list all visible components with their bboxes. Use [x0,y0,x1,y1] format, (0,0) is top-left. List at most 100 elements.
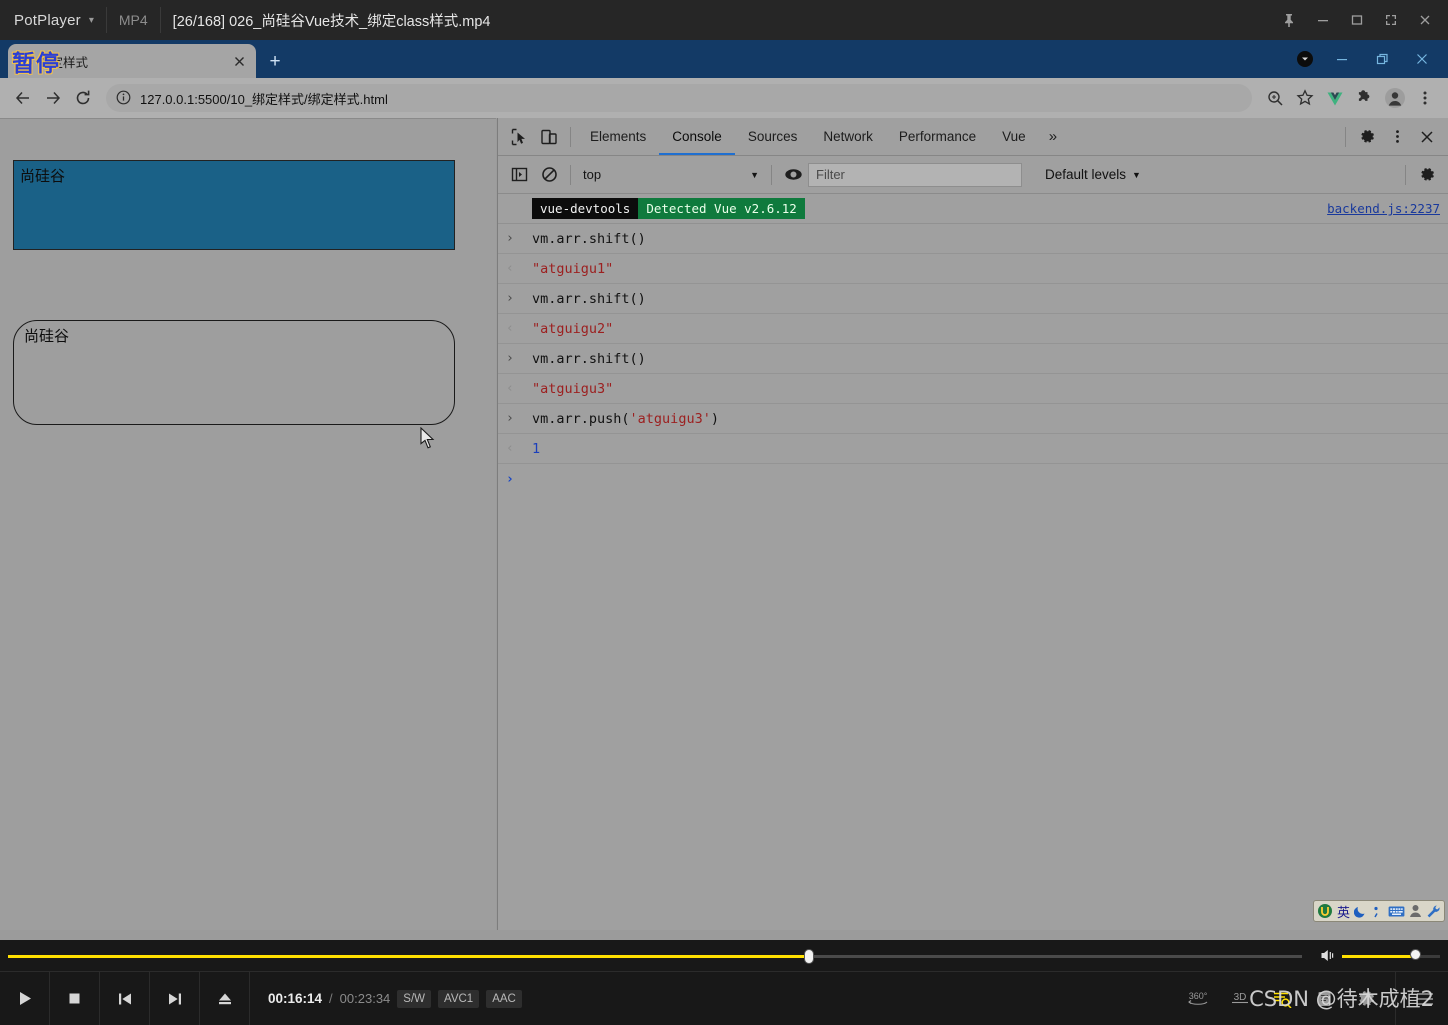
bookmark-star-icon[interactable] [1290,83,1320,113]
console-prompt-row[interactable]: › [498,464,1448,494]
ime-moon-icon[interactable] [1354,902,1368,920]
tab-performance[interactable]: Performance [886,118,989,155]
tab-sources[interactable]: Sources [735,118,811,155]
prompt-arrow-icon: › [506,471,514,487]
settings-gear-icon[interactable] [1352,123,1382,151]
console-banner-row: vue-devtools Detected Vue v2.6.12 backen… [498,194,1448,224]
chip-decoder: S/W [397,989,432,1008]
console-result: "atguigu2" [532,320,614,337]
ime-toolbar[interactable]: 英 [1312,900,1445,922]
volume-handle[interactable] [1409,949,1421,960]
hamburger-icon[interactable] [1406,972,1444,1025]
live-expression-icon[interactable] [778,161,808,189]
restore-icon[interactable] [1362,43,1402,75]
bookmark-icon[interactable] [1305,972,1343,1025]
play-button[interactable] [0,972,50,1025]
zoom-icon[interactable] [1260,83,1290,113]
minimize-icon[interactable] [1306,3,1340,37]
maximize-icon[interactable] [1340,3,1374,37]
speaker-icon[interactable] [1320,948,1337,968]
tab-vue[interactable]: Vue [989,118,1039,155]
console-levels-dropdown[interactable]: Default levels ▼ [1035,163,1151,187]
browser-tab[interactable]: 绑定样式 [8,44,256,78]
seek-track[interactable] [8,955,1302,958]
playlist-icon[interactable] [1263,972,1301,1025]
minimize-icon[interactable] [1322,43,1362,75]
reload-icon[interactable] [68,83,98,113]
volume-track[interactable] [1342,955,1440,958]
styled-box-blue: 尚硅谷 [13,160,455,250]
ime-punctuation-icon[interactable] [1372,902,1384,920]
extensions-puzzle-icon[interactable] [1350,83,1380,113]
browser-toolbar-right [1260,83,1440,113]
close-icon[interactable] [1402,43,1442,75]
close-icon[interactable] [230,52,248,70]
page-favicon [16,53,32,69]
volume-level [1342,955,1415,958]
arrow-left-icon[interactable] [8,83,38,113]
potplayer-controls: 00:16:14 / 00:23:34 S/W AVC1 AAC 360° 3D [0,940,1448,1025]
console-output-row: ‹ "atguigu3" [498,374,1448,404]
chrome-menu-icon[interactable] [1410,83,1440,113]
ime-language-label[interactable]: 英 [1337,902,1350,921]
ime-logo-icon[interactable] [1317,902,1333,920]
eject-button[interactable] [200,972,250,1025]
info-circle-icon[interactable] [116,90,132,106]
input-arrow-icon: › [506,291,514,306]
seek-bar[interactable] [0,947,1310,965]
clear-console-icon[interactable] [534,161,564,189]
profile-avatar-icon[interactable] [1380,83,1410,113]
badge-right-label: Detected Vue v2.6.12 [638,198,805,219]
badge-left-label: vue-devtools [532,198,639,219]
pin-icon[interactable] [1272,3,1306,37]
ime-user-icon[interactable] [1409,902,1422,920]
console-input-row[interactable]: › vm.arr.shift() [498,224,1448,254]
seek-handle[interactable] [803,949,814,964]
button-360[interactable]: 360° [1179,972,1217,1025]
profile-icon[interactable] [1288,43,1322,75]
console-source-link[interactable]: backend.js:2237 [1327,201,1440,216]
vue-devtools-extension-icon[interactable] [1320,83,1350,113]
console-input-row[interactable]: › vm.arr.push('atguigu3') [498,404,1448,434]
console-settings-icon[interactable] [1412,161,1442,189]
input-arrow-icon: › [506,231,514,246]
next-button[interactable] [150,972,200,1025]
divider [771,164,772,185]
console-sidebar-icon[interactable] [504,161,534,189]
console-context-select[interactable]: top ▼ [577,163,765,187]
time-separator: / [329,991,333,1006]
inspect-element-icon[interactable] [504,123,534,151]
fullscreen-icon[interactable] [1374,3,1408,37]
console-context-value: top [583,167,602,182]
gear-icon[interactable] [1347,972,1385,1025]
previous-button[interactable] [100,972,150,1025]
browser-window-controls [1288,43,1442,75]
close-icon[interactable] [1408,3,1442,37]
vue-devtools-badge: vue-devtools Detected Vue v2.6.12 [532,198,805,219]
potplayer-app-name[interactable]: PotPlayer [0,12,81,29]
chevron-down-icon[interactable]: ▾ [89,15,94,26]
button-3d[interactable]: 3D [1221,972,1259,1025]
more-tabs-icon[interactable]: » [1039,118,1067,155]
console-filter-input[interactable]: Filter [808,162,1022,187]
svg-text:3D: 3D [1234,992,1247,1003]
tab-elements[interactable]: Elements [577,118,659,155]
devtools-close-icon[interactable] [1412,123,1442,151]
new-tab-button[interactable]: + [262,50,288,74]
console-input-row[interactable]: › vm.arr.shift() [498,284,1448,314]
stop-button[interactable] [50,972,100,1025]
devtools-more-options-icon[interactable] [1382,123,1412,151]
console-input-row[interactable]: › vm.arr.shift() [498,344,1448,374]
output-arrow-icon: ‹ [506,441,514,456]
volume-control[interactable] [1320,947,1442,965]
ime-keyboard-icon[interactable] [1388,902,1405,920]
address-bar[interactable]: 127.0.0.1:5500/10_绑定样式/绑定样式.html [106,84,1252,112]
device-toolbar-icon[interactable] [534,123,564,151]
chevron-down-icon: ▼ [750,169,759,180]
tab-network[interactable]: Network [810,118,886,155]
tab-console[interactable]: Console [659,118,735,155]
console-code: vm.arr.shift() [532,230,646,247]
ime-tools-icon[interactable] [1426,902,1441,920]
arrow-right-icon[interactable] [38,83,68,113]
total-time: 00:23:34 [339,991,391,1006]
